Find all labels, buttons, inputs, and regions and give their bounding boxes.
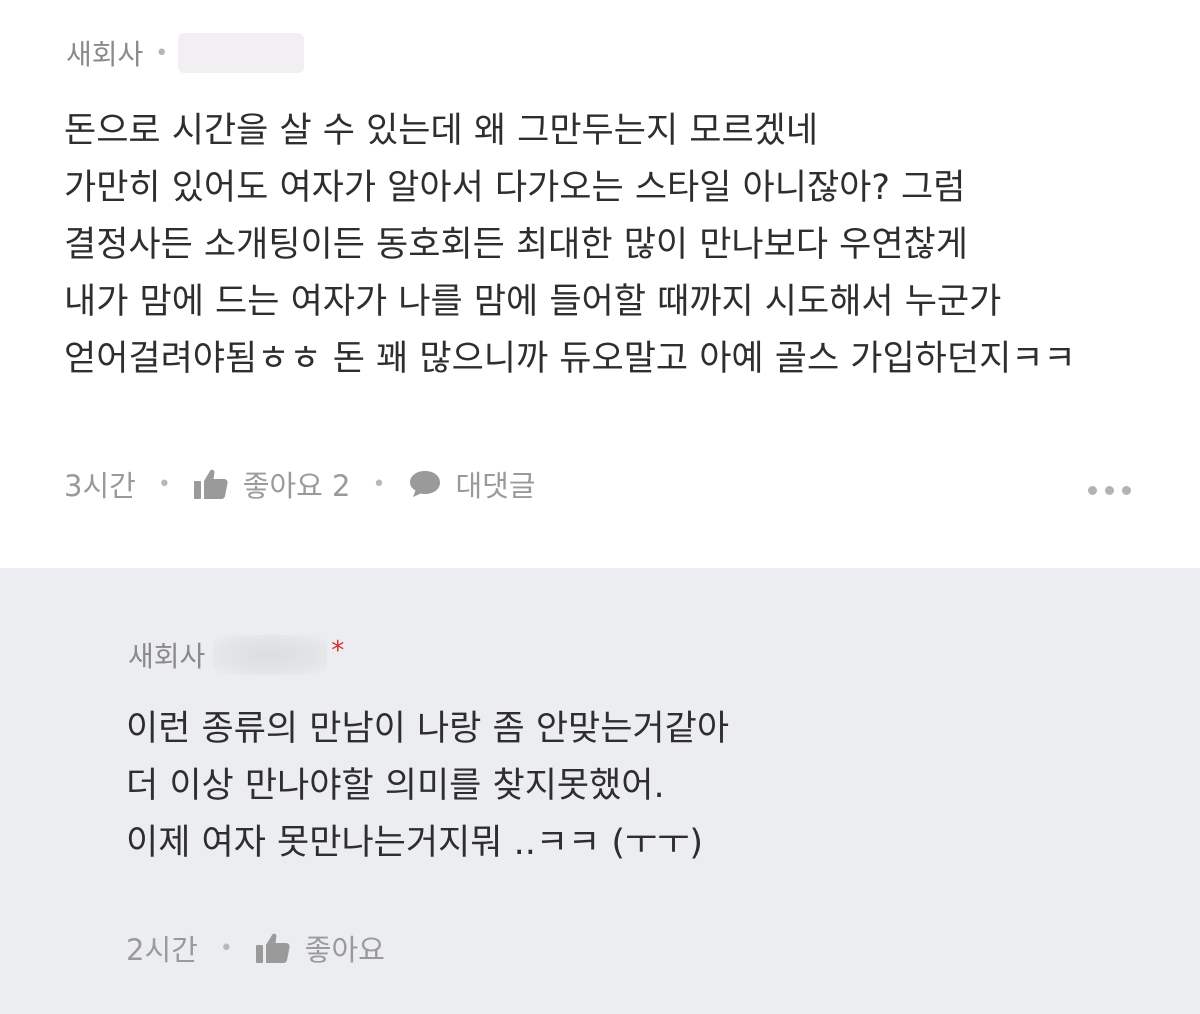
comment-body: 돈으로 시간을 살 수 있는데 왜 그만두는지 모르겠네 가만히 있어도 여자가… (64, 103, 1076, 388)
comment-line: 결정사든 소개팅이든 동호회든 최대한 많이 만나보다 우연찮게 (64, 225, 968, 265)
separator-dot: • (372, 471, 386, 497)
speech-bubble-icon (408, 469, 442, 499)
comment-meta-row: 3시간 • 좋아요 2 • 대댓글 (64, 462, 536, 506)
reply-line: 이런 종류의 만남이 나랑 좀 안맞는거같아 (126, 709, 730, 749)
separator-dot: • (219, 935, 233, 961)
comment-line: 얻어걸려야됨ㅎㅎ 돈 꽤 많으니까 듀오말고 아예 골스 가입하던지ㅋㅋ (64, 339, 1076, 379)
comment-line: 가만히 있어도 여자가 알아서 다가오는 스타일 아니잖아? 그럼 (64, 168, 966, 208)
like-button[interactable]: 좋아요 (255, 927, 385, 969)
reply-line: 이제 여자 못만나는거지뭐 ..ㅋㅋ (ㅜㅜ) (126, 823, 704, 863)
reply-time: 2시간 (126, 933, 198, 967)
thumbs-up-icon (255, 932, 291, 964)
like-button[interactable]: 좋아요 2 (193, 463, 351, 505)
comment-card: 새회사 • 돈으로 시간을 살 수 있는데 왜 그만두는지 모르겠네 가만히 있… (0, 0, 1200, 568)
reply-card: 새회사 * 이런 종류의 만남이 나랑 좀 안맞는거같아 더 이상 만나야할 의… (0, 568, 1200, 1014)
blurred-username (213, 635, 328, 675)
reply-button[interactable]: 대댓글 (408, 463, 536, 505)
reply-body: 이런 종류의 만남이 나랑 좀 안맞는거같아 더 이상 만나야할 의미를 찾지못… (126, 701, 729, 872)
separator-dot: • (157, 471, 171, 497)
like-label: 좋아요 (304, 933, 385, 967)
comment-line: 돈으로 시간을 살 수 있는데 왜 그만두는지 모르겠네 (64, 111, 819, 151)
comment-author-row: 새회사 • (66, 30, 305, 76)
comment-author-name[interactable]: 새회사 (66, 33, 143, 73)
blurred-username (178, 33, 305, 73)
reply-author-name[interactable]: 새회사 (128, 635, 205, 675)
more-dots-icon[interactable] (1088, 486, 1131, 495)
separator-dot: • (155, 40, 169, 66)
author-marker-star: * (331, 636, 345, 666)
reply-line: 더 이상 만나야할 의미를 찾지못했어. (126, 766, 665, 806)
reply-meta-row: 2시간 • 좋아요 (126, 926, 385, 970)
comment-time: 3시간 (64, 469, 136, 503)
comment-line: 내가 맘에 드는 여자가 나를 맘에 들어할 때까지 시도해서 누군가 (64, 282, 1002, 322)
reply-author-row: 새회사 * (128, 630, 344, 680)
like-count-label: 좋아요 2 (242, 469, 351, 503)
thumbs-up-icon (193, 468, 229, 500)
reply-label: 대댓글 (455, 469, 536, 503)
